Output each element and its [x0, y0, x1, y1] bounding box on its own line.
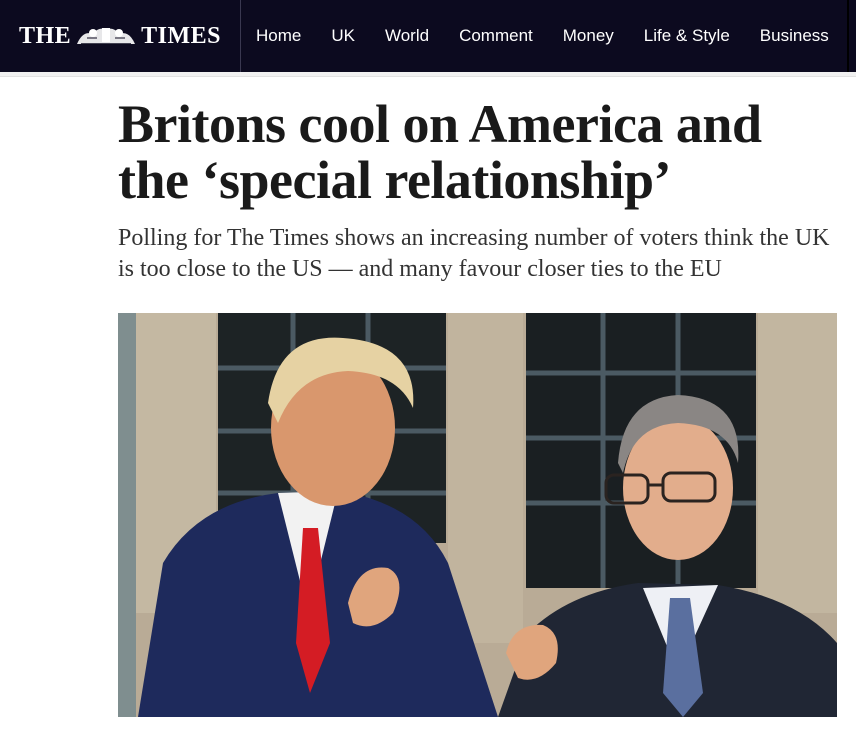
masthead-divider: [0, 72, 856, 77]
nav-scroll-edge: [847, 0, 849, 72]
nav-overflow-fade: [832, 0, 856, 72]
nav-item-money[interactable]: Money: [563, 26, 614, 46]
logo-text-the: THE: [18, 22, 72, 49]
nav-item-uk[interactable]: UK: [331, 26, 355, 46]
nav-item-life-style[interactable]: Life & Style: [644, 26, 730, 46]
logo-wordmark: THE TIMES: [19, 23, 221, 50]
masthead: THE TIMES Home UK World Comment Money Li…: [0, 0, 856, 72]
nav-item-home[interactable]: Home: [256, 26, 301, 46]
nav-item-comment[interactable]: Comment: [459, 26, 533, 46]
article-hero-image[interactable]: [118, 313, 837, 717]
main-nav: Home UK World Comment Money Life & Style…: [241, 0, 844, 72]
hero-photo-illustration: [118, 313, 837, 717]
nav-item-business[interactable]: Business: [760, 26, 829, 46]
article-standfirst: Polling for The Times shows an increasin…: [118, 225, 830, 282]
article-headline: Britons cool on America and the ‘special…: [118, 94, 762, 210]
site-logo[interactable]: THE TIMES: [0, 0, 241, 72]
logo-text-times: TIMES: [141, 22, 222, 49]
nav-item-world[interactable]: World: [385, 26, 429, 46]
royal-crest-icon: [77, 28, 136, 45]
